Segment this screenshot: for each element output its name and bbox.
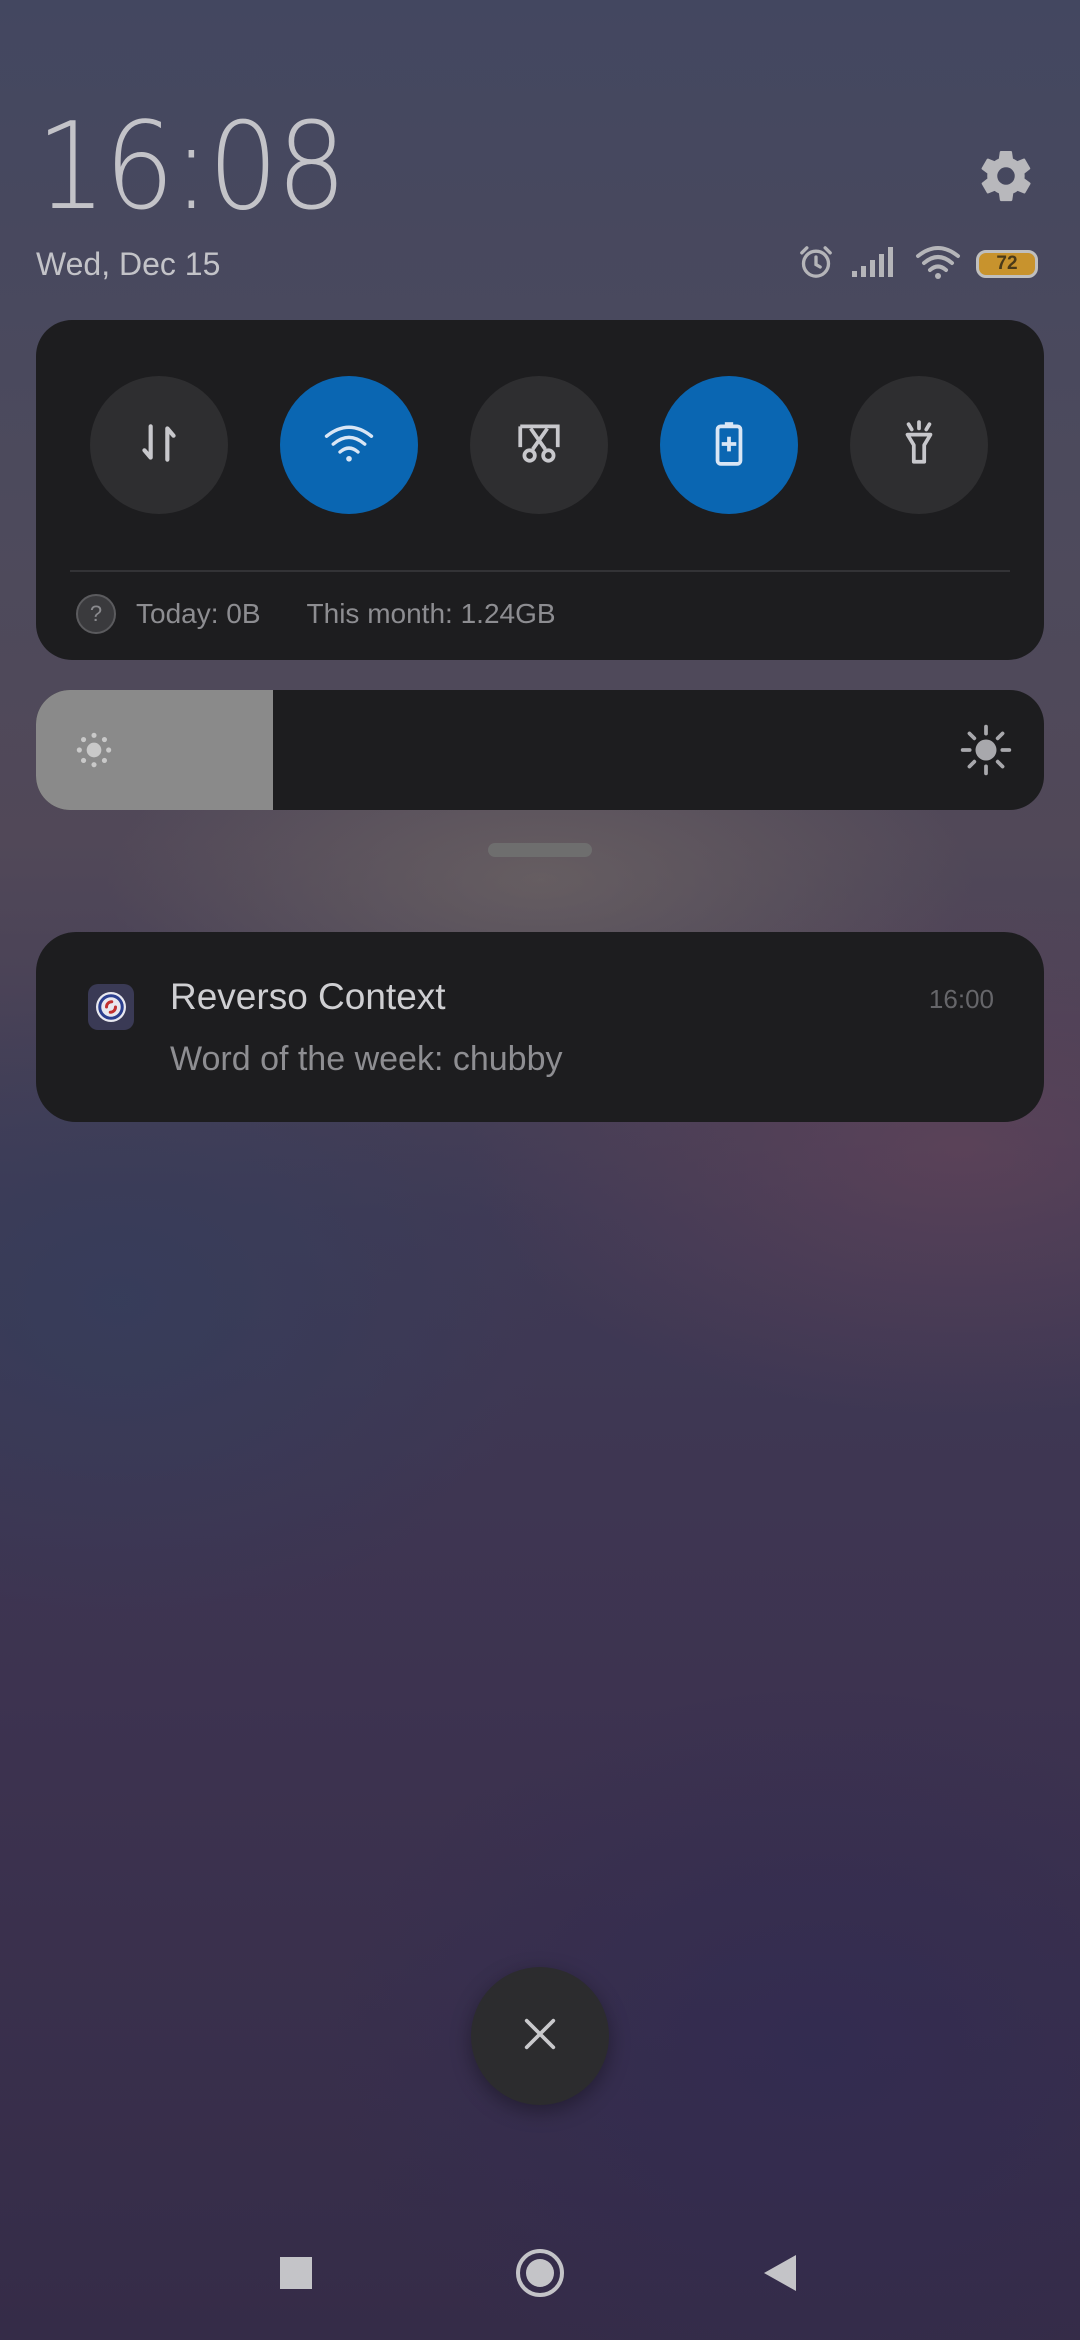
data-usage-today: Today: 0B: [136, 598, 261, 629]
notification-message: Word of the week: chubby: [170, 1040, 563, 1078]
recents-square-icon: [279, 2256, 313, 2295]
panel-divider: [70, 570, 1010, 572]
data-usage-row: ? Today: 0B This month: 1.24GB: [76, 594, 556, 634]
close-icon: [520, 2014, 560, 2059]
brightness-slider[interactable]: [36, 690, 1044, 810]
recents-button[interactable]: [261, 2240, 331, 2310]
date-label: Wed, Dec 15: [36, 246, 221, 282]
back-triangle-icon: [762, 2253, 798, 2298]
quick-settings-panel: ? Today: 0B This month: 1.24GB: [36, 320, 1044, 660]
notification-time: 16:00: [928, 984, 994, 1014]
wifi-icon: [322, 422, 376, 469]
battery-saver-toggle[interactable]: [660, 376, 798, 514]
clear-notifications-button[interactable]: [471, 1967, 609, 2105]
notification-card[interactable]: Reverso Context Word of the week: chubby…: [36, 932, 1044, 1122]
brightness-low-icon: [72, 728, 116, 777]
cellular-signal-icon: [850, 245, 900, 284]
brightness-high-icon: [958, 722, 1014, 783]
data-usage-month: This month: 1.24GB: [306, 598, 556, 629]
back-button[interactable]: [745, 2240, 815, 2310]
home-circle-icon: [515, 2248, 565, 2303]
reverso-app-icon: [88, 984, 134, 1030]
home-button[interactable]: [505, 2240, 575, 2310]
clock-time: 16:08: [36, 98, 347, 237]
flashlight-toggle[interactable]: [850, 376, 988, 514]
alarm-icon: [796, 242, 836, 287]
battery-level: 72: [996, 253, 1018, 274]
help-icon[interactable]: ?: [76, 594, 116, 634]
notification-app-name: Reverso Context: [170, 976, 446, 1017]
battery-indicator: 72: [976, 250, 1038, 278]
data-arrows-icon: [134, 418, 184, 473]
flashlight-icon: [894, 418, 944, 473]
quick-toggles: [90, 376, 990, 514]
battery-plus-icon: [704, 418, 754, 473]
screenshot-toggle[interactable]: [470, 376, 608, 514]
navigation-bar: [0, 2240, 1080, 2310]
wifi-icon: [914, 244, 962, 285]
drag-handle[interactable]: [488, 843, 592, 857]
scissors-icon: [514, 418, 564, 473]
status-icons: 72: [796, 242, 1038, 286]
wifi-toggle[interactable]: [280, 376, 418, 514]
gear-icon[interactable]: [976, 146, 1036, 206]
mobile-data-toggle[interactable]: [90, 376, 228, 514]
